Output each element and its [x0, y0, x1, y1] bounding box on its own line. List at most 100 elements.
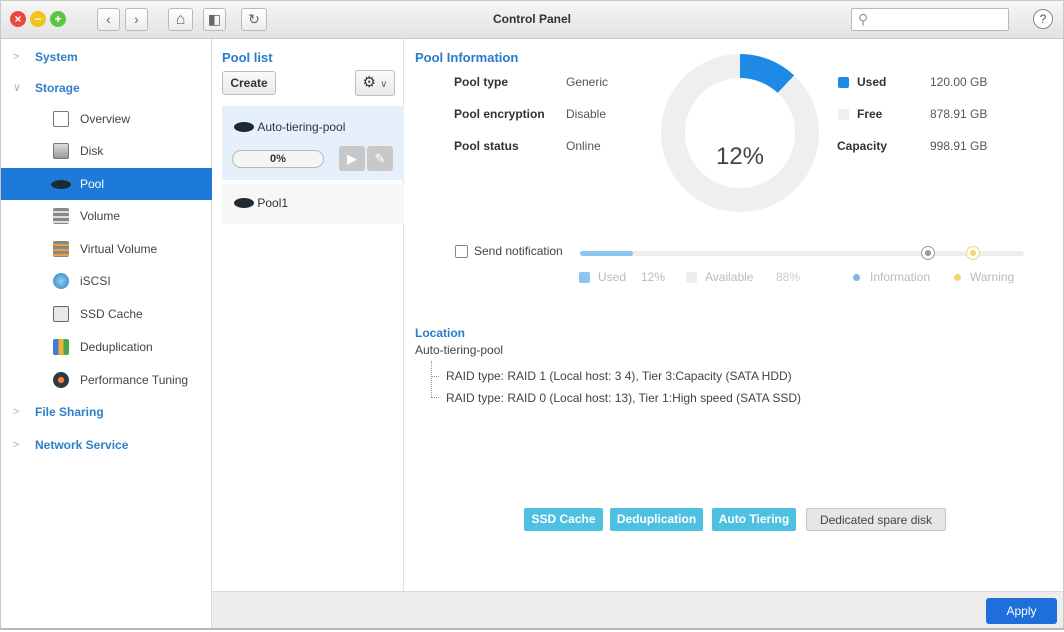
tree-line — [431, 361, 432, 397]
pool-item-row: Auto-tiering-pool — [234, 119, 345, 134]
sidebar: > System ∨ Storage Overview Disk Pool Vo… — [1, 39, 212, 628]
sidebar-item-disk[interactable]: Disk — [1, 135, 212, 167]
threshold-slider-track[interactable] — [580, 251, 1024, 256]
play-button[interactable]: ▶ — [339, 146, 365, 171]
virtual-volume-icon — [53, 241, 69, 257]
control-panel-window: × − + ‹ › ⌂ ◧ ↻ Control Panel ⚲ ? > Syst… — [0, 0, 1064, 630]
gauge-icon — [53, 372, 69, 388]
pool-list-item[interactable]: Pool1 — [222, 184, 404, 224]
pool-list-panel: Pool list Create ⚙ ∨ Auto-tiering-pool 0… — [212, 39, 404, 591]
sidebar-item-label: Pool — [80, 177, 105, 191]
used-legend-swatch — [579, 272, 590, 283]
pool-progress-indicator: 0% — [232, 150, 324, 168]
pool-list-heading: Pool list — [222, 50, 273, 65]
legend-used-percent: 12% — [641, 270, 666, 284]
sidebar-item-label: Virtual Volume — [80, 242, 158, 256]
pool-information-heading: Pool Information — [415, 50, 519, 65]
sidebar-item-deduplication[interactable]: Deduplication — [1, 331, 212, 363]
section-label: Network Service — [35, 438, 129, 452]
sidebar-item-label: Disk — [80, 144, 104, 158]
sidebar-item-label: Performance Tuning — [80, 373, 189, 387]
free-label: Free — [857, 107, 883, 121]
chevron-right-icon: > — [13, 439, 20, 451]
capacity-label: Capacity — [837, 139, 888, 153]
send-notification-label: Send notification — [474, 244, 563, 258]
sidebar-item-virtual-volume[interactable]: Virtual Volume — [1, 233, 212, 265]
used-value: 120.00 GB — [930, 75, 988, 89]
section-label: System — [35, 50, 78, 64]
pool-icon — [51, 180, 71, 189]
pool-item-row: Pool1 — [234, 195, 288, 210]
threshold-used-fill — [580, 251, 633, 256]
iscsi-icon — [53, 273, 69, 289]
sidebar-section-storage[interactable]: ∨ Storage — [1, 74, 212, 102]
volume-icon — [53, 208, 69, 224]
chevron-down-icon: ∨ — [13, 82, 22, 94]
pool-disk-icon — [234, 121, 254, 132]
sidebar-item-performance-tuning[interactable]: Performance Tuning — [1, 364, 212, 396]
dedicated-spare-disk-tag: Dedicated spare disk — [806, 508, 946, 531]
tree-branch — [431, 376, 439, 377]
sidebar-item-volume[interactable]: Volume — [1, 200, 212, 232]
information-threshold-handle[interactable] — [921, 246, 935, 260]
sidebar-item-overview[interactable]: Overview — [1, 103, 212, 135]
pool-list-item-selected[interactable]: Auto-tiering-pool 0% ▶ ✎ — [222, 106, 404, 180]
sidebar-section-network-service[interactable]: > Network Service — [1, 431, 212, 459]
sidebar-item-label: Volume — [80, 209, 121, 223]
send-notification-checkbox[interactable] — [455, 245, 468, 258]
footer-bar: Apply — [212, 591, 1063, 628]
usage-donut-chart — [661, 54, 819, 212]
sidebar-section-system[interactable]: > System — [1, 43, 212, 71]
help-button[interactable]: ? — [1033, 9, 1053, 29]
free-legend-swatch — [838, 109, 849, 120]
settings-menu-button[interactable]: ⚙ ∨ — [355, 70, 395, 96]
deduplication-icon — [53, 339, 69, 355]
raid-1-entry: RAID type: RAID 1 (Local host: 3 4), Tie… — [446, 369, 792, 383]
sidebar-item-label: Overview — [80, 112, 131, 126]
used-legend-swatch — [838, 77, 849, 88]
apply-button[interactable]: Apply — [986, 598, 1057, 624]
disk-icon — [53, 143, 69, 159]
sidebar-item-pool[interactable]: Pool — [1, 168, 212, 200]
pool-type-value: Generic — [566, 75, 609, 89]
title-bar: × − + ‹ › ⌂ ◧ ↻ Control Panel ⚲ ? — [1, 1, 1063, 39]
information-dot-icon — [853, 274, 860, 281]
legend-available-label: Available — [705, 270, 754, 284]
auto-tiering-tag: Auto Tiering — [712, 508, 796, 531]
location-heading: Location — [415, 326, 465, 340]
overview-icon — [53, 111, 69, 127]
create-button[interactable]: Create — [222, 71, 276, 95]
search-icon: ⚲ — [858, 11, 869, 27]
location-pool-name: Auto-tiering-pool — [415, 343, 504, 357]
pool-name: Pool1 — [257, 195, 289, 210]
search-input[interactable]: ⚲ — [851, 8, 1009, 31]
legend-information-label: Information — [870, 270, 931, 284]
pool-name: Auto-tiering-pool — [257, 119, 346, 134]
edit-button[interactable]: ✎ — [367, 146, 393, 171]
donut-free-arc — [661, 54, 819, 212]
sidebar-section-file-sharing[interactable]: > File Sharing — [1, 398, 212, 426]
sidebar-item-label: Deduplication — [80, 340, 153, 354]
sidebar-item-label: SSD Cache — [80, 307, 143, 321]
pool-encryption-value: Disable — [566, 107, 607, 121]
chevron-down-icon: ∨ — [380, 79, 388, 90]
pool-information-panel: Pool Information Pool type Generic Pool … — [404, 39, 1063, 591]
section-label: Storage — [35, 81, 80, 95]
tree-branch — [431, 397, 439, 398]
raid-0-entry: RAID type: RAID 0 (Local host: 13), Tier… — [446, 391, 802, 405]
pool-encryption-label: Pool encryption — [454, 107, 545, 121]
sidebar-item-iscsi[interactable]: iSCSI — [1, 265, 212, 297]
used-label: Used — [857, 75, 887, 89]
legend-used-label: Used — [598, 270, 627, 284]
pool-status-value: Online — [566, 139, 601, 153]
sidebar-item-ssd-cache[interactable]: SSD Cache — [1, 298, 212, 330]
usage-percent: 12% — [715, 143, 765, 170]
legend-warning-label: Warning — [970, 270, 1015, 284]
deduplication-tag: Deduplication — [610, 508, 703, 531]
sidebar-item-label: iSCSI — [80, 274, 111, 288]
section-label: File Sharing — [35, 405, 104, 419]
available-legend-swatch — [686, 272, 697, 283]
warning-threshold-handle[interactable] — [966, 246, 980, 260]
legend-available-percent: 88% — [776, 270, 801, 284]
chevron-right-icon: > — [13, 406, 20, 418]
